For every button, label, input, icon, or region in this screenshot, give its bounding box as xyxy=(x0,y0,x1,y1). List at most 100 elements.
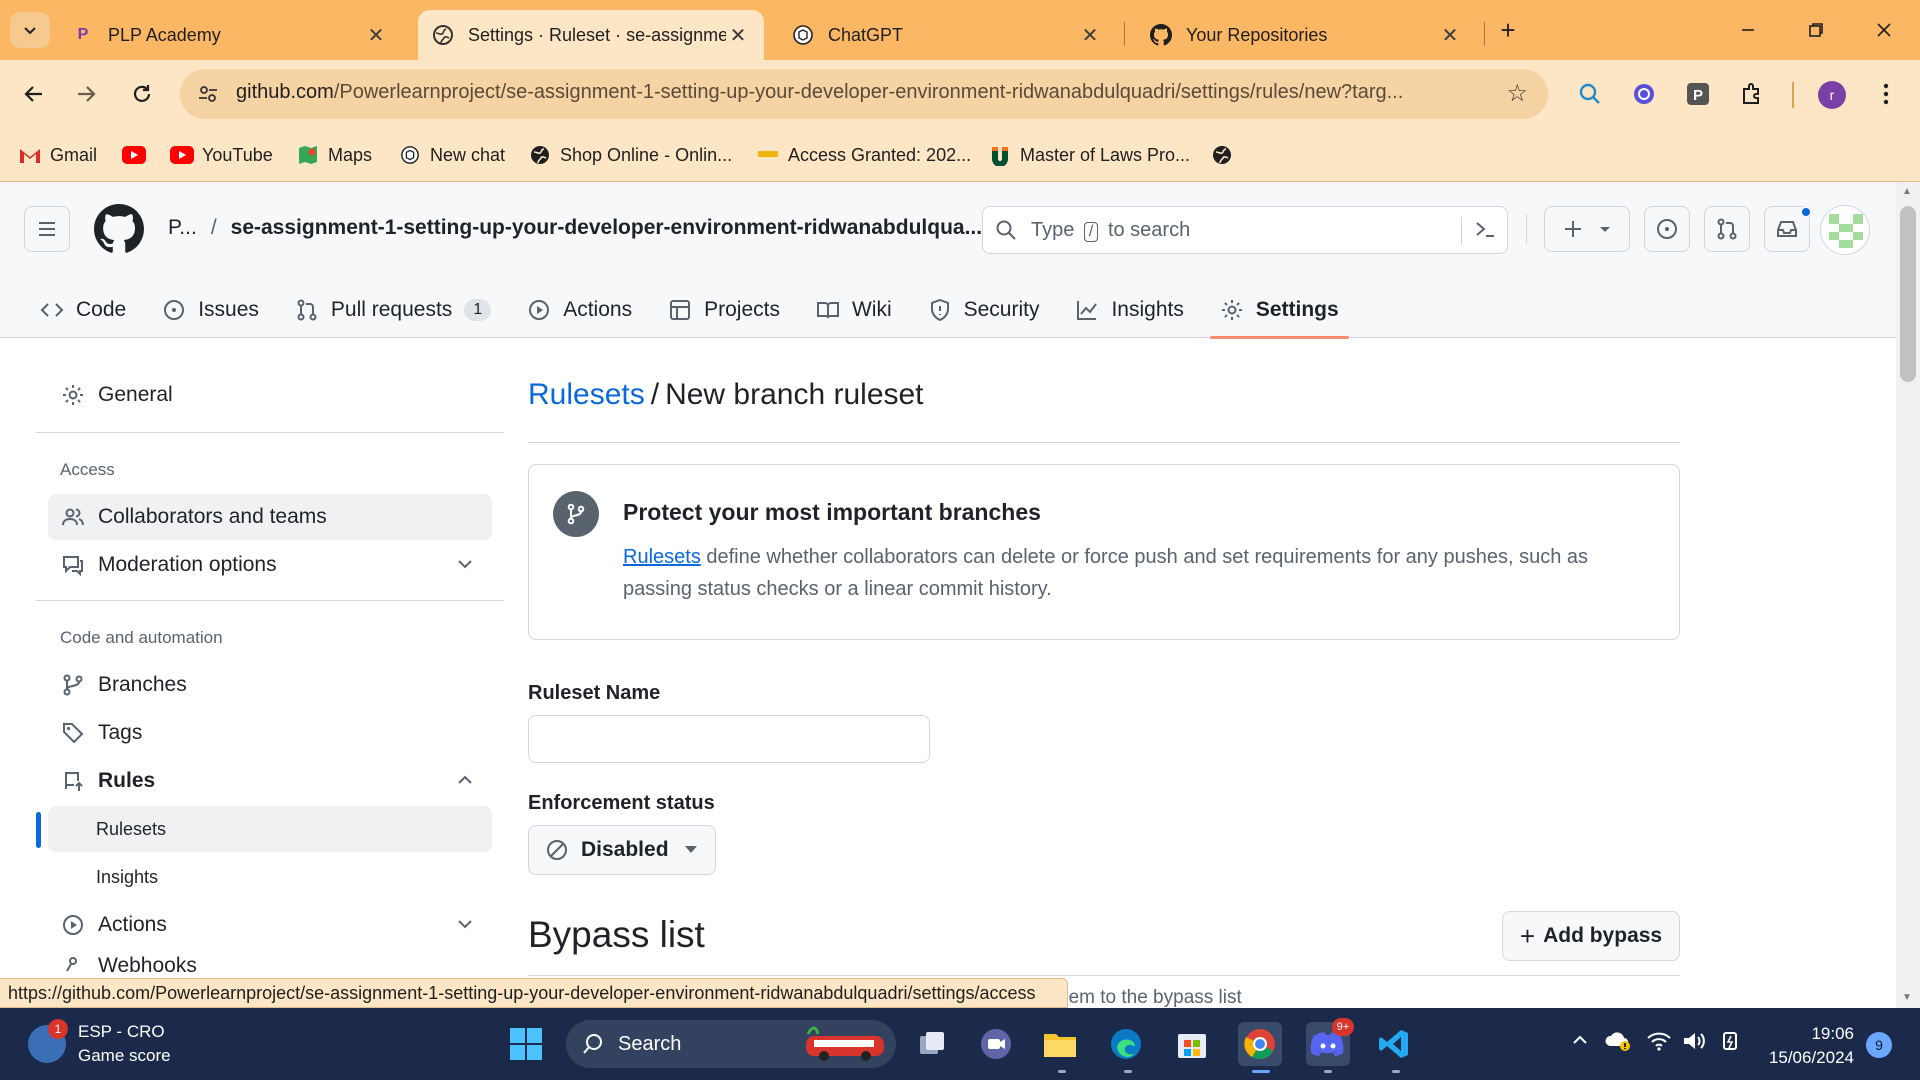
bookmark-youtube-icon-only[interactable] xyxy=(122,140,154,170)
open-global-nav-button[interactable] xyxy=(24,206,70,252)
reload-button[interactable] xyxy=(124,76,160,112)
play-icon xyxy=(60,912,86,938)
ruleset-name-label: Ruleset Name xyxy=(528,682,661,704)
start-button[interactable] xyxy=(504,1022,548,1066)
user-avatar[interactable] xyxy=(1820,205,1870,255)
sidebar-item-webhooks[interactable]: Webhooks xyxy=(48,950,492,978)
tab-search-button[interactable] xyxy=(10,12,50,48)
kebab-menu-icon[interactable] xyxy=(1870,78,1902,110)
edge-browser-icon xyxy=(1111,1029,1141,1059)
file-explorer-button[interactable] xyxy=(1038,1022,1082,1066)
repo-push-icon xyxy=(60,768,86,794)
rulesets-doc-link[interactable]: Rulesets xyxy=(623,546,701,568)
sidebar-item-rule-insights[interactable]: Insights xyxy=(48,854,492,900)
tab-your-repositories[interactable]: Your Repositories ✕ xyxy=(1136,10,1476,60)
lens-extension-icon[interactable] xyxy=(1574,78,1606,110)
ruleset-name-input[interactable] xyxy=(528,715,930,763)
sidebar-item-branches[interactable]: Branches xyxy=(48,662,492,708)
tab-plp-academy[interactable]: P PLP Academy ✕ xyxy=(58,10,402,60)
extension-p-icon[interactable]: P xyxy=(1682,78,1714,110)
bookmark-globe[interactable] xyxy=(1210,140,1242,170)
tab-settings-ruleset[interactable]: Settings · Ruleset · se-assignme ✕ xyxy=(418,10,764,60)
chrome-button[interactable] xyxy=(1238,1022,1282,1066)
sidebar-item-tags[interactable]: Tags xyxy=(48,710,492,756)
bookmark-master-of-laws[interactable]: Master of Laws Pro... xyxy=(988,140,1190,170)
pull-request-icon xyxy=(295,298,319,322)
globe-icon xyxy=(1210,143,1234,167)
sidebar-item-actions[interactable]: Actions xyxy=(48,902,492,948)
profile-avatar[interactable]: r xyxy=(1818,81,1846,109)
bookmark-access-granted[interactable]: Access Granted: 202... xyxy=(756,140,971,170)
microsoft-store-button[interactable] xyxy=(1170,1022,1214,1066)
chatgpt-icon xyxy=(792,24,814,46)
sidebar-item-rules[interactable]: Rules xyxy=(48,758,492,804)
repo-link[interactable]: se-assignment-1-setting-up-your-develope… xyxy=(231,216,982,239)
vscode-button[interactable] xyxy=(1372,1022,1416,1066)
owner-link[interactable]: P... xyxy=(168,216,197,239)
system-clock[interactable]: 19:06 15/06/2024 xyxy=(1762,1022,1854,1070)
task-view-button[interactable] xyxy=(910,1022,954,1066)
tab-insights[interactable]: Insights xyxy=(1057,282,1201,338)
volume-icon[interactable] xyxy=(1682,1030,1708,1057)
tab-wiki[interactable]: Wiki xyxy=(798,282,910,338)
bookmark-star-icon[interactable]: ☆ xyxy=(1506,79,1528,108)
search-input[interactable]: Type / to search xyxy=(982,206,1508,254)
tab-settings[interactable]: Settings xyxy=(1202,282,1357,339)
close-icon[interactable]: ✕ xyxy=(364,23,388,48)
create-new-button[interactable] xyxy=(1544,206,1630,252)
onedrive-warning-icon[interactable] xyxy=(1604,1030,1632,1057)
chevron-up-icon[interactable] xyxy=(1570,1030,1590,1055)
notification-center-badge[interactable]: 9 xyxy=(1866,1032,1892,1058)
close-icon[interactable]: ✕ xyxy=(1078,23,1102,48)
tab-actions[interactable]: Actions xyxy=(509,282,650,338)
close-icon[interactable]: ✕ xyxy=(1438,23,1462,48)
tab-issues[interactable]: Issues xyxy=(144,282,277,338)
command-palette-icon[interactable] xyxy=(1473,217,1497,247)
page-scrollbar[interactable]: ▲ ▼ xyxy=(1896,182,1920,1008)
site-info-icon[interactable] xyxy=(194,80,222,108)
rulesets-breadcrumb-link[interactable]: Rulesets xyxy=(528,378,645,411)
restore-button[interactable] xyxy=(1796,14,1836,46)
forward-button[interactable] xyxy=(68,76,104,112)
tab-code[interactable]: Code xyxy=(22,282,144,338)
pull-requests-button[interactable] xyxy=(1704,206,1750,252)
news-widget[interactable]: 1 ESP - CRO Game score xyxy=(28,1019,171,1068)
bookmark-maps[interactable]: Maps xyxy=(296,140,372,170)
bookmark-gmail[interactable]: Gmail xyxy=(18,140,97,170)
issues-button[interactable] xyxy=(1644,206,1690,252)
breadcrumb-separator: / xyxy=(210,216,217,239)
enforcement-status-select[interactable]: Disabled xyxy=(528,825,716,875)
extensions-puzzle-icon[interactable] xyxy=(1736,78,1768,110)
new-tab-button[interactable]: + xyxy=(1492,14,1524,46)
sidebar-item-moderation[interactable]: Moderation options xyxy=(48,542,492,588)
add-bypass-button[interactable]: + Add bypass xyxy=(1502,911,1680,961)
ruleset-info-banner: Protect your most important branches Rul… xyxy=(528,464,1680,640)
teams-meet-button[interactable] xyxy=(974,1022,1018,1066)
back-button[interactable] xyxy=(16,76,52,112)
sidebar-item-collaborators[interactable]: Collaborators and teams xyxy=(48,494,492,540)
close-window-button[interactable] xyxy=(1864,14,1904,46)
wifi-icon[interactable] xyxy=(1646,1030,1672,1057)
bookmark-youtube[interactable]: YouTube xyxy=(170,140,273,170)
tab-security[interactable]: Security xyxy=(910,282,1058,338)
address-bar[interactable]: github.com/Powerlearnproject/se-assignme… xyxy=(180,69,1548,119)
sidebar-item-general[interactable]: General xyxy=(48,372,492,418)
windows-logo-icon xyxy=(510,1028,542,1060)
scroll-down-icon[interactable]: ▼ xyxy=(1902,992,1912,1003)
tab-projects[interactable]: Projects xyxy=(650,282,798,338)
github-logo-icon[interactable] xyxy=(94,204,144,254)
minimize-button[interactable] xyxy=(1728,14,1768,46)
close-icon[interactable]: ✕ xyxy=(726,23,750,48)
edge-button[interactable] xyxy=(1104,1022,1148,1066)
taskbar-search[interactable]: Search xyxy=(566,1020,896,1068)
bookmark-shop-online[interactable]: Shop Online - Onlin... xyxy=(528,140,732,170)
extension-circle-icon[interactable] xyxy=(1628,78,1660,110)
scroll-up-icon[interactable]: ▲ xyxy=(1902,186,1912,197)
header-divider xyxy=(1526,214,1527,244)
sidebar-item-rulesets[interactable]: Rulesets xyxy=(48,806,492,852)
tab-chatgpt[interactable]: ChatGPT ✕ xyxy=(778,10,1116,60)
bookmark-new-chat[interactable]: New chat xyxy=(398,140,505,170)
tab-pull-requests[interactable]: Pull requests 1 xyxy=(277,282,509,338)
scroll-thumb[interactable] xyxy=(1900,206,1916,382)
battery-charging-icon[interactable] xyxy=(1718,1030,1744,1057)
